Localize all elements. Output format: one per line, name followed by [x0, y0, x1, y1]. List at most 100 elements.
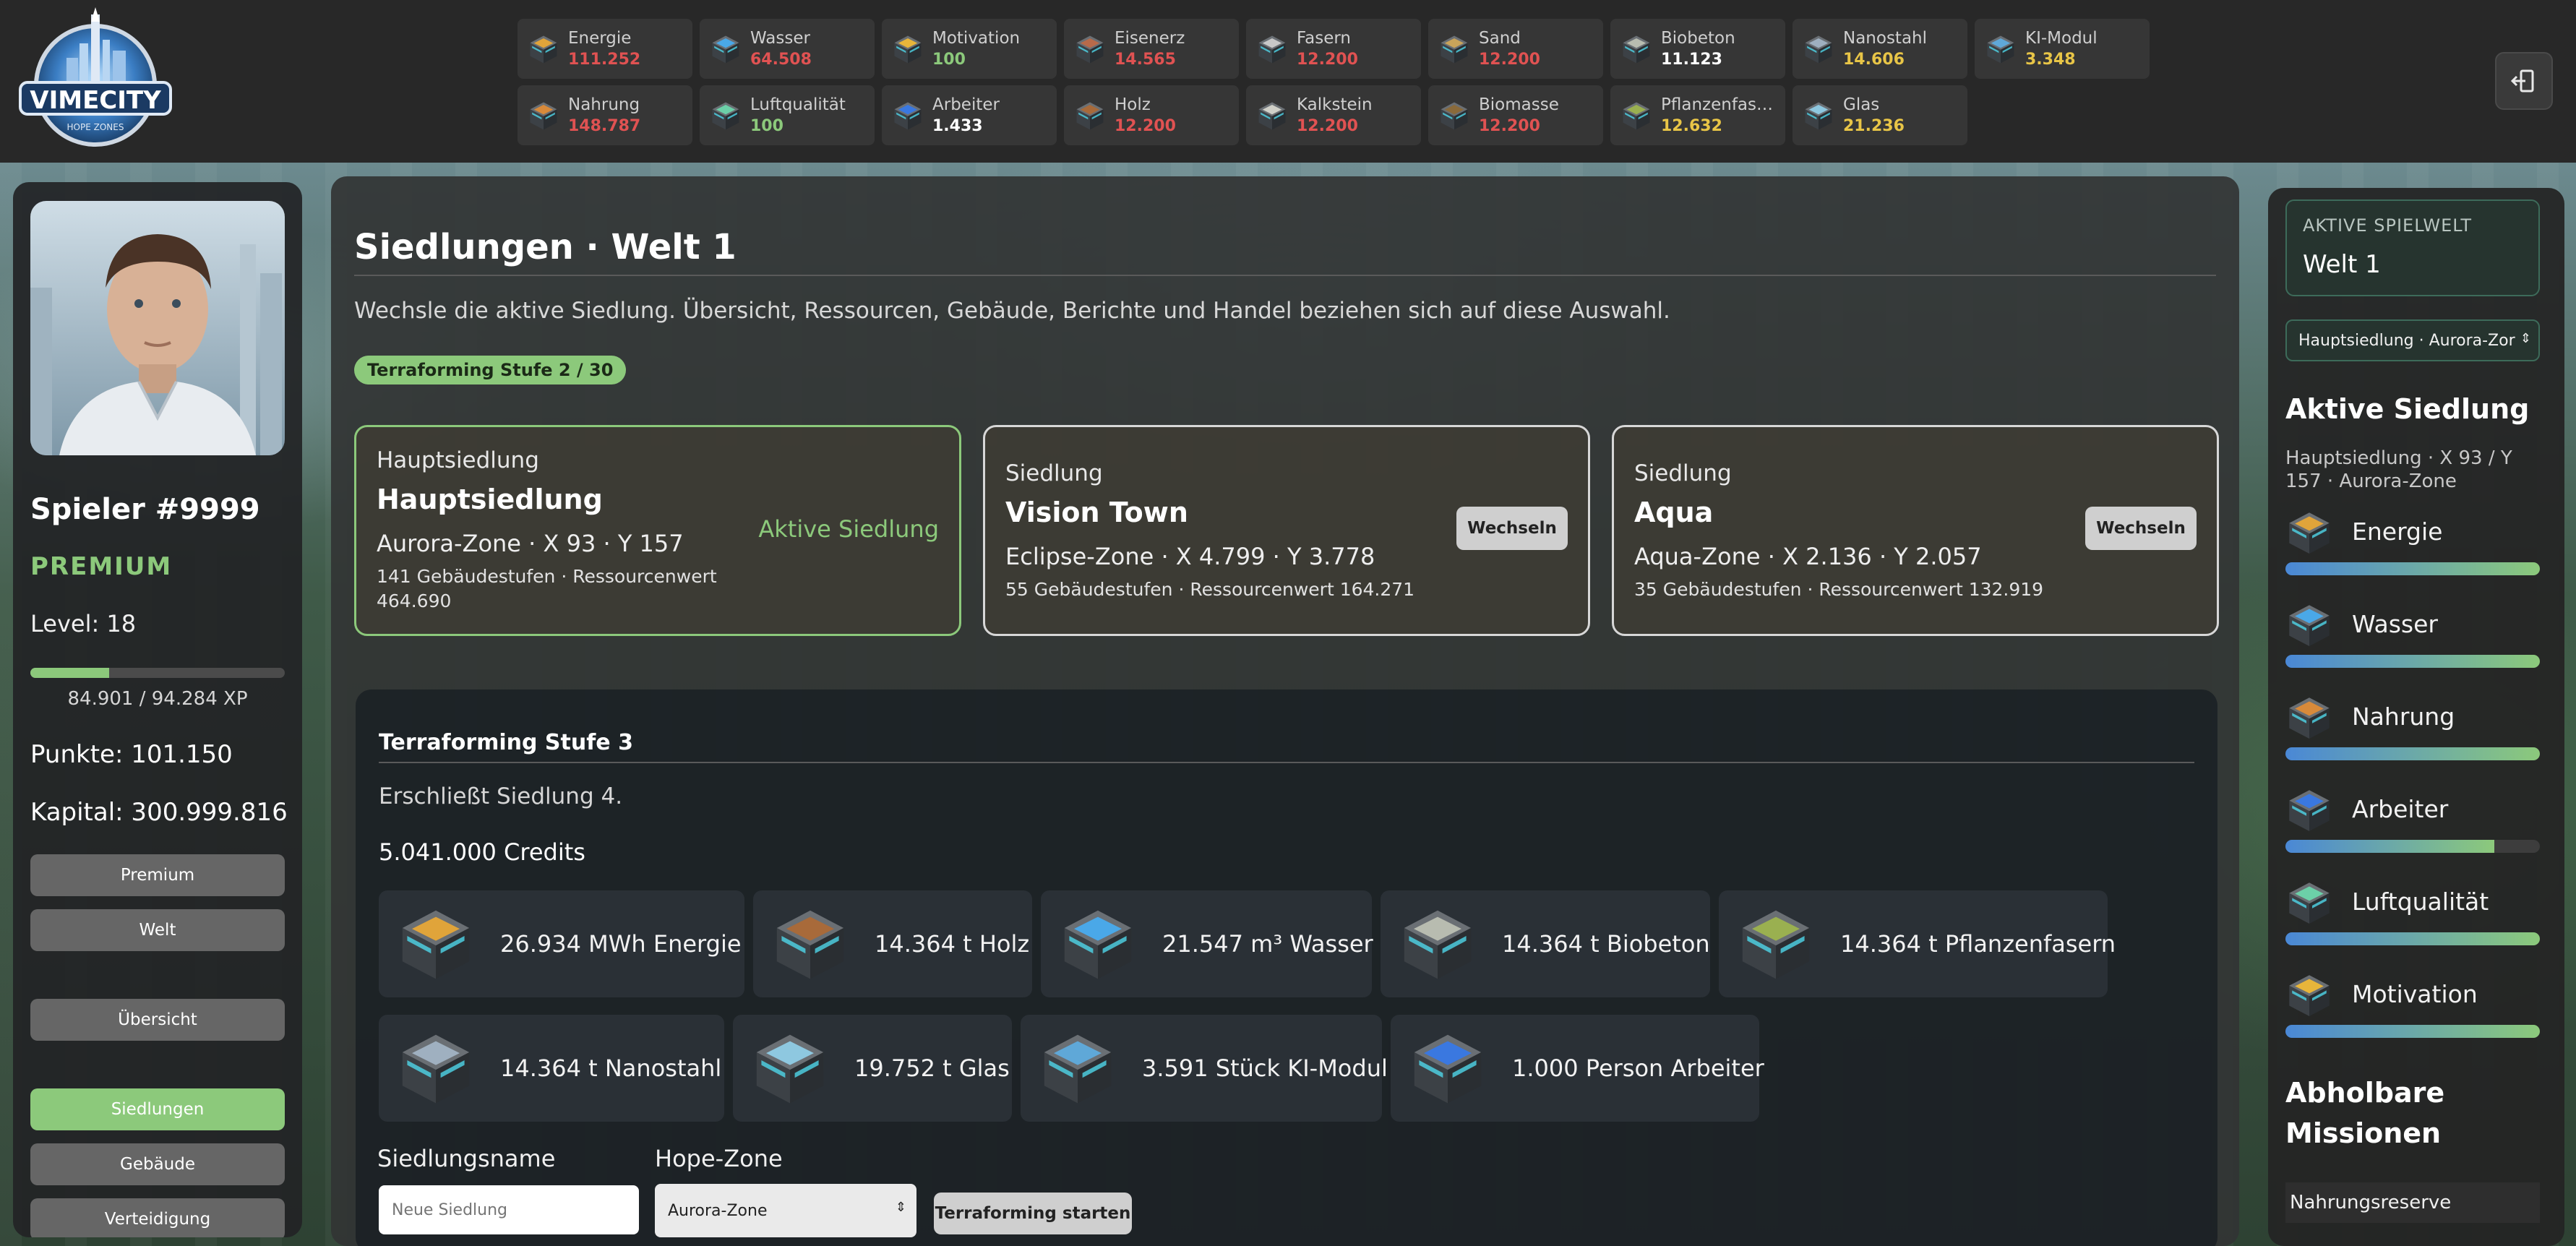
water-crate-icon — [710, 33, 742, 65]
settlement-kind: Siedlung — [1634, 460, 1732, 486]
mission-item[interactable]: Nahrungsreserve — [2285, 1182, 2540, 1223]
resource-item-nahrung[interactable]: Nahrung 148.787 — [518, 85, 692, 145]
nav-uebersicht-button[interactable]: Übersicht — [30, 999, 285, 1041]
limestone-crate-icon — [1256, 100, 1288, 132]
switch-settlement-button[interactable]: Wechseln — [1456, 507, 1568, 550]
premium-status: PREMIUM — [30, 552, 173, 581]
resource-value: 1.433 — [932, 116, 983, 135]
resource-value: 12.632 — [1661, 116, 1722, 135]
start-terraforming-button[interactable]: Terraforming starten — [934, 1193, 1132, 1234]
resource-item-wasser[interactable]: Wasser 64.508 — [700, 19, 875, 79]
settlement-name-input[interactable] — [379, 1185, 639, 1234]
settlement-meta: 35 Gebäudestufen · Ressourcenwert 132.91… — [1634, 579, 2044, 600]
nanosteel-crate-icon — [1803, 33, 1834, 65]
resource-item-nanostahl[interactable]: Nanostahl 14.606 — [1793, 19, 1967, 79]
resource-value: 100 — [750, 116, 783, 135]
nav-verteidigung-button[interactable]: Verteidigung — [30, 1198, 285, 1237]
hope-zone-value: Aurora-Zone — [668, 1201, 768, 1220]
resource-item-biomasse[interactable]: Biomasse 12.200 — [1428, 85, 1603, 145]
resource-name: Biomasse — [1479, 95, 1559, 114]
cost-text: 19.752 t Glas — [854, 1054, 1010, 1082]
cost-text: 1.000 Person Arbeiter — [1512, 1054, 1764, 1082]
settlement-kind: Siedlung — [1005, 460, 1103, 486]
nav-welt-button[interactable]: Welt — [30, 909, 285, 951]
biobeton-crate-icon — [1398, 904, 1477, 984]
nav-gebaeude-button[interactable]: Gebäude — [30, 1143, 285, 1185]
resource-item-ki-modul[interactable]: KI-Modul 3.348 — [1975, 19, 2150, 79]
resource-value: 12.200 — [1479, 50, 1540, 69]
terraforming-credits: 5.041.000 Credits — [379, 838, 585, 866]
resource-item-pflanzenfas-[interactable]: Pflanzenfas… 12.632 — [1610, 85, 1785, 145]
stat-bar — [2285, 562, 2540, 575]
settlement-zone: Eclipse-Zone · X 4.799 · Y 3.778 — [1005, 543, 1375, 570]
resource-item-glas[interactable]: Glas 21.236 — [1793, 85, 1967, 145]
logout-icon — [2510, 69, 2534, 93]
player-avatar[interactable] — [30, 201, 285, 455]
resource-item-kalkstein[interactable]: Kalkstein 12.200 — [1246, 85, 1421, 145]
vimecity-logo[interactable]: VIMECITY HOPE ZONES — [16, 7, 175, 152]
sand-crate-icon — [1438, 33, 1470, 65]
active-settlement-label: Aktive Siedlung — [758, 515, 939, 543]
cost-text: 26.934 MWh Energie — [500, 930, 742, 958]
food-crate-icon — [2285, 694, 2333, 742]
resource-name: Luftqualität — [750, 95, 846, 114]
active-world-label: AKTIVE SPIELWELT — [2303, 215, 2472, 236]
plant-fiber-crate-icon — [1620, 100, 1652, 132]
resource-item-motivation[interactable]: Motivation 100 — [882, 19, 1057, 79]
top-bar: VIMECITY HOPE ZONES Energie 111.252 Wasse… — [0, 0, 2576, 163]
active-world-value: Welt 1 — [2303, 250, 2381, 279]
resource-item-energie[interactable]: Energie 111.252 — [518, 19, 692, 79]
resource-name: Arbeiter — [932, 95, 1000, 114]
settlement-card-hauptsiedlung[interactable]: Hauptsiedlung Hauptsiedlung Aurora-Zone … — [354, 425, 961, 636]
logout-button[interactable] — [2495, 52, 2553, 110]
cost-item: 14.364 t Pflanzenfasern — [1719, 890, 2116, 997]
resource-item-arbeiter[interactable]: Arbeiter 1.433 — [882, 85, 1057, 145]
cost-text: 14.364 t Nanostahl — [500, 1054, 722, 1082]
cost-text: 14.364 t Biobeton — [1502, 930, 1710, 958]
settlement-zone: Aqua-Zone · X 2.136 · Y 2.057 — [1634, 543, 1982, 570]
player-points: Punkte: 101.150 — [30, 740, 233, 769]
stat-bar-fill — [2285, 655, 2540, 668]
cost-text: 3.591 Stück KI-Modul — [1142, 1054, 1388, 1082]
iron-ore-crate-icon — [1074, 33, 1106, 65]
stat-bar — [2285, 747, 2540, 760]
switch-settlement-button[interactable]: Wechseln — [2085, 507, 2197, 550]
cost-item: 19.752 t Glas — [733, 1015, 1012, 1122]
wood-crate-icon — [1074, 100, 1106, 132]
glass-crate-icon — [750, 1028, 830, 1108]
resource-item-holz[interactable]: Holz 12.200 — [1064, 85, 1239, 145]
hope-zone-select[interactable]: Aurora-Zone ⇕ — [655, 1184, 916, 1237]
energy-crate-icon — [528, 33, 559, 65]
resource-value: 148.787 — [568, 116, 641, 135]
settlement-kind: Hauptsiedlung — [377, 447, 539, 473]
active-settlement-heading: Aktive Siedlung — [2285, 393, 2530, 425]
xp-text: 84.901 / 94.284 XP — [67, 688, 248, 710]
nav-premium-button[interactable]: Premium — [30, 854, 285, 896]
resource-name: Energie — [568, 28, 632, 48]
stat-bar-fill — [2285, 747, 2540, 760]
resource-name: Kalkstein — [1297, 95, 1373, 114]
settlement-card-vision-town[interactable]: Siedlung Vision Town Eclipse-Zone · X 4.… — [983, 425, 1590, 636]
resource-item-sand[interactable]: Sand 12.200 — [1428, 19, 1603, 79]
energy-crate-icon — [396, 904, 476, 984]
page-title: Siedlungen · Welt 1 — [354, 227, 737, 267]
ai-module-crate-icon — [1985, 33, 2017, 65]
resource-value: 3.348 — [2025, 50, 2076, 69]
resource-item-biobeton[interactable]: Biobeton 11.123 — [1610, 19, 1785, 79]
terraforming-title: Terraforming Stufe 3 — [379, 730, 633, 755]
resource-item-eisenerz[interactable]: Eisenerz 14.565 — [1064, 19, 1239, 79]
resource-value: 12.200 — [1297, 50, 1358, 69]
settlement-select[interactable]: Hauptsiedlung · Aurora-Zor ⇕ — [2285, 319, 2540, 361]
resource-name: Nanostahl — [1843, 28, 1928, 48]
resource-item-fasern[interactable]: Fasern 12.200 — [1246, 19, 1421, 79]
settlement-select-value: Hauptsiedlung · Aurora-Zor — [2298, 331, 2515, 350]
resource-name: Eisenerz — [1115, 28, 1185, 48]
resource-item-luftqualität[interactable]: Luftqualität 100 — [700, 85, 875, 145]
settlement-card-aqua[interactable]: Siedlung Aqua Aqua-Zone · X 2.136 · Y 2.… — [1612, 425, 2219, 636]
resource-bar: Energie 111.252 Wasser 64.508 Motivation 10… — [518, 19, 2150, 145]
nav-siedlungen-button[interactable]: Siedlungen — [30, 1088, 285, 1130]
player-name: Spieler #9999 — [30, 493, 260, 526]
stat-bar-fill — [2285, 562, 2540, 575]
svg-text:VIMECITY: VIMECITY — [30, 86, 161, 115]
nanosteel-crate-icon — [396, 1028, 476, 1108]
